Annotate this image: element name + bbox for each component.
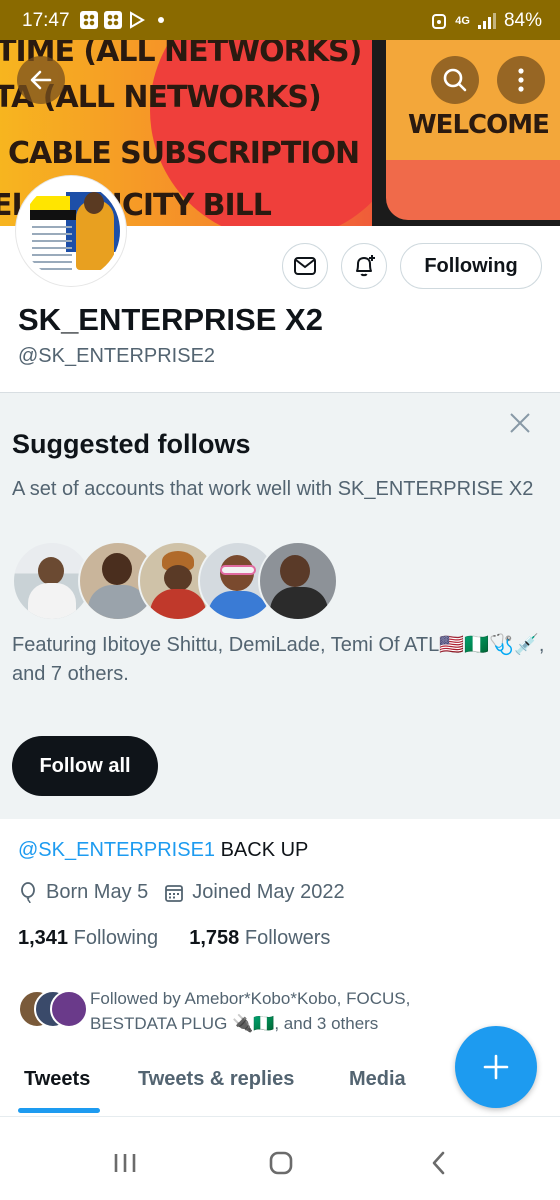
recent-apps-icon[interactable]: [112, 1148, 138, 1178]
follow-all-button[interactable]: Follow all: [12, 736, 158, 796]
join-date: Joined May 2022: [192, 881, 345, 903]
alarm-icon: [432, 14, 447, 29]
followers-stat[interactable]: 1,758 Followers: [189, 927, 330, 949]
bell-plus-icon: [356, 255, 375, 277]
network-type: 4G: [455, 14, 470, 27]
suggested-follows-description: A set of accounts that work well with SK…: [12, 478, 534, 500]
back-button[interactable]: [17, 56, 65, 104]
bio-mention-link[interactable]: @SK_ENTERPRISE1: [18, 839, 215, 861]
battery-level: 84%: [503, 10, 542, 31]
play-store-icon: [130, 11, 145, 29]
back-nav-icon[interactable]: [426, 1148, 452, 1178]
banner-welcome: WELCOME: [408, 110, 550, 140]
home-icon[interactable]: [268, 1148, 294, 1178]
birth-date: Born May 5: [46, 881, 149, 903]
followers-count: 1,758: [189, 927, 240, 949]
tab-media[interactable]: Media: [349, 1068, 406, 1091]
status-time: 17:47: [22, 10, 70, 31]
system-icons: 4G 84%: [431, 10, 542, 32]
bio-text: BACK UP: [215, 839, 309, 861]
compose-tweet-button[interactable]: [455, 1026, 537, 1108]
search-button[interactable]: [431, 56, 479, 104]
profile-avatar[interactable]: [16, 176, 126, 286]
profile-bio: @SK_ENTERPRISE1 BACK UP: [18, 839, 308, 862]
banner-text: CABLE SUBSCRIPTION: [8, 136, 360, 171]
notifications-button[interactable]: [341, 243, 387, 289]
followed-by[interactable]: Followed by Amebor*Kobo*Kobo, FOCUS, BES…: [18, 986, 538, 1040]
profile-name: SK_ENTERPRISE X2: [18, 302, 323, 337]
following-stat[interactable]: 1,341 Following: [18, 927, 158, 949]
app-notification-icon: [104, 11, 122, 29]
search-icon: [443, 68, 467, 92]
suggested-avatars[interactable]: [12, 541, 338, 621]
tab-tweets-replies[interactable]: Tweets & replies: [138, 1068, 294, 1091]
followed-by-avatars: [18, 990, 88, 1028]
following-count: 1,341: [18, 927, 69, 949]
followed-by-text: Followed by Amebor*Kobo*Kobo, FOCUS, BES…: [90, 989, 411, 1033]
following-label: Following: [73, 927, 159, 949]
profile-meta: Born May 5 Joined May 2022: [18, 881, 345, 904]
profile-handle: @SK_ENTERPRISE2: [18, 345, 216, 367]
active-tab-indicator: [18, 1108, 100, 1113]
followers-label: Followers: [244, 927, 331, 949]
status-bar: 17:47 4G 84%: [0, 0, 560, 40]
close-icon[interactable]: [508, 411, 532, 435]
more-button[interactable]: [497, 56, 545, 104]
app-notification-icon: [80, 11, 98, 29]
following-button[interactable]: Following: [400, 243, 542, 289]
calendar-icon: [165, 884, 184, 902]
balloon-icon: [21, 881, 35, 903]
suggested-follows-card: Suggested follows A set of accounts that…: [0, 392, 560, 819]
more-notifications-dot: [158, 17, 164, 23]
system-navigation-bar: [0, 1130, 560, 1200]
tab-tweets[interactable]: Tweets: [24, 1068, 90, 1091]
follow-counts: 1,341 Following 1,758 Followers: [18, 927, 330, 950]
mail-icon: [294, 257, 316, 275]
suggested-follows-title: Suggested follows: [12, 429, 251, 459]
avatar: [50, 990, 88, 1028]
signal-icon: [477, 13, 496, 29]
plus-icon: [483, 1054, 509, 1080]
notification-icons: [80, 11, 164, 29]
avatar: [258, 541, 338, 621]
suggested-featuring-text: Featuring Ibitoye Shittu, DemiLade, Temi…: [12, 634, 545, 685]
message-button[interactable]: [282, 243, 328, 289]
back-arrow-icon: [30, 70, 52, 90]
more-vertical-icon: [518, 68, 524, 92]
